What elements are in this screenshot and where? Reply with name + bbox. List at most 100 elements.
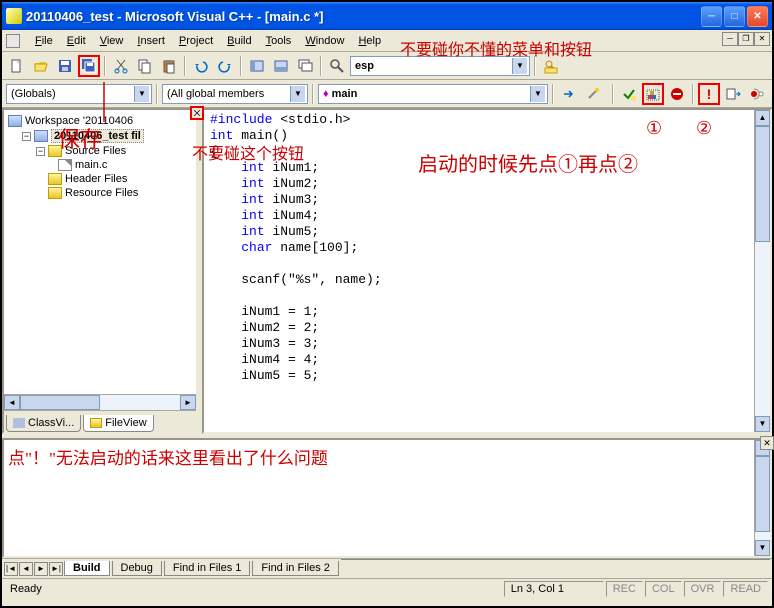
maximize-button[interactable]: □ [724, 6, 745, 27]
window-list-button[interactable] [294, 55, 316, 77]
breakpoint-button[interactable] [746, 83, 768, 105]
dropdown-arrow-icon[interactable]: ▼ [134, 86, 149, 102]
filter-combo-value: (All global members [167, 88, 264, 100]
code-content[interactable]: #include <stdio.h> int main() { int iNum… [204, 110, 754, 432]
menu-help[interactable]: Help [351, 33, 388, 49]
project-icon [34, 130, 48, 142]
new-doc-button[interactable] [6, 55, 28, 77]
dropdown-arrow-icon[interactable]: ▼ [530, 86, 545, 102]
app-icon [6, 8, 22, 24]
annotation-output-hint: 点"！"无法启动的话来这里看出了什么问题 [8, 444, 750, 469]
tab-nav-first[interactable]: |◄ [4, 562, 18, 576]
tab-fileview[interactable]: FileView [83, 415, 153, 432]
menu-project[interactable]: Project [172, 33, 220, 49]
titlebar: 20110406_test - Microsoft Visual C++ - [… [2, 2, 772, 30]
tab-nav-last[interactable]: ►| [49, 562, 63, 576]
tree-header-folder[interactable]: Header Files [8, 172, 192, 186]
tree-source-folder[interactable]: −Source Files [8, 144, 192, 158]
svg-text:!: ! [707, 86, 712, 102]
copy-button[interactable] [134, 55, 156, 77]
menu-tools[interactable]: Tools [259, 33, 299, 49]
workspace-tabs: ClassVi... FileView [4, 410, 196, 432]
tab-nav-prev[interactable]: ◄ [19, 562, 33, 576]
folder-icon [48, 187, 62, 199]
tree-project[interactable]: −20110406_test fil [8, 128, 192, 144]
output-button[interactable] [270, 55, 292, 77]
mdi-minimize-button[interactable]: ─ [722, 32, 738, 46]
members-combo-value: main [332, 88, 358, 100]
window-title: 20110406_test - Microsoft Visual C++ - [… [26, 9, 701, 24]
code-editor[interactable]: #include <stdio.h> int main() { int iNum… [202, 108, 772, 434]
folder-icon [48, 173, 62, 185]
class-combo[interactable]: (Globals)▼ [6, 84, 152, 104]
output-tab-find2[interactable]: Find in Files 2 [252, 561, 338, 576]
workspace-icon [8, 115, 22, 127]
status-col: COL [645, 581, 682, 597]
menu-build[interactable]: Build [220, 33, 258, 49]
workspace-pane: Workspace '20110406 −20110406_test fil −… [2, 108, 198, 434]
standard-toolbar: esp ▼ [2, 52, 772, 80]
execute-button[interactable]: ! [698, 83, 720, 105]
output-tab-find1[interactable]: Find in Files 1 [164, 561, 250, 576]
go-button[interactable] [722, 83, 744, 105]
paste-button[interactable] [158, 55, 180, 77]
compile-button[interactable] [618, 83, 640, 105]
classview-icon [13, 418, 25, 428]
mdi-close-button[interactable]: ✕ [754, 32, 770, 46]
function-icon: ♦ [323, 88, 329, 100]
output-pane: ✕ 点"！"无法启动的话来这里看出了什么问题 ▲▼ [2, 438, 772, 558]
tab-classview[interactable]: ClassVi... [6, 415, 81, 432]
tree-resource-folder[interactable]: Resource Files [8, 186, 192, 200]
undo-button[interactable] [190, 55, 212, 77]
status-ready: Ready [6, 583, 362, 595]
save-all-button[interactable] [78, 55, 100, 77]
open-button[interactable] [30, 55, 52, 77]
output-vscrollbar[interactable]: ▲▼ [754, 440, 770, 556]
c-file-icon [58, 159, 72, 171]
tree-workspace[interactable]: Workspace '20110406 [8, 114, 192, 128]
statusbar: Ready Ln 3, Col 1 REC COL OVR READ [2, 578, 772, 598]
tab-nav-next[interactable]: ► [34, 562, 48, 576]
wizard-action-button[interactable] [582, 83, 604, 105]
dropdown-arrow-icon[interactable]: ▼ [290, 86, 305, 102]
menu-insert[interactable]: Insert [130, 33, 172, 49]
output-tab-debug[interactable]: Debug [112, 561, 162, 576]
output-content[interactable]: 点"！"无法启动的话来这里看出了什么问题 [4, 440, 754, 556]
tree-file-mainc[interactable]: main.c [8, 158, 192, 172]
output-tab-build[interactable]: Build [64, 561, 110, 576]
members-combo[interactable]: ♦main ▼ [318, 84, 548, 104]
cut-button[interactable] [110, 55, 132, 77]
find-combo[interactable]: esp ▼ [350, 56, 530, 76]
tree-hscrollbar[interactable]: ◄► [4, 394, 196, 410]
menu-edit[interactable]: Edit [60, 33, 93, 49]
editor-vscrollbar[interactable]: ▲▼ [754, 110, 770, 432]
output-tabs: |◄ ◄ ► ►| Build Debug Find in Files 1 Fi… [2, 558, 772, 578]
pane-close-button[interactable] [190, 106, 204, 120]
menu-view[interactable]: View [93, 33, 131, 49]
filter-combo[interactable]: (All global members ▼ [162, 84, 308, 104]
file-tree[interactable]: Workspace '20110406 −20110406_test fil −… [4, 110, 196, 394]
workspace-button[interactable] [246, 55, 268, 77]
status-ovr: OVR [684, 581, 722, 597]
collapse-icon[interactable]: − [36, 147, 45, 156]
menubar: File Edit View Insert Project Build Tool… [2, 30, 772, 52]
dropdown-arrow-icon[interactable]: ▼ [512, 58, 527, 74]
wizard-bar: (Globals)▼ (All global members ▼ ♦main ▼ ! [2, 80, 772, 108]
status-read: READ [723, 581, 768, 597]
find-in-files-button[interactable] [540, 55, 562, 77]
fileview-icon [90, 418, 102, 428]
goto-button[interactable] [558, 83, 580, 105]
menu-window[interactable]: Window [298, 33, 351, 49]
close-button[interactable]: ✕ [747, 6, 768, 27]
output-close-button[interactable]: ✕ [760, 436, 774, 450]
find-button[interactable] [326, 55, 348, 77]
collapse-icon[interactable]: − [22, 132, 31, 141]
menu-file[interactable]: File [28, 33, 60, 49]
build-button[interactable] [642, 83, 664, 105]
save-button[interactable] [54, 55, 76, 77]
redo-button[interactable] [214, 55, 236, 77]
stop-build-button[interactable] [666, 83, 688, 105]
mdi-restore-button[interactable]: ❐ [738, 32, 754, 46]
minimize-button[interactable]: ─ [701, 6, 722, 27]
find-combo-value: esp [355, 60, 374, 72]
